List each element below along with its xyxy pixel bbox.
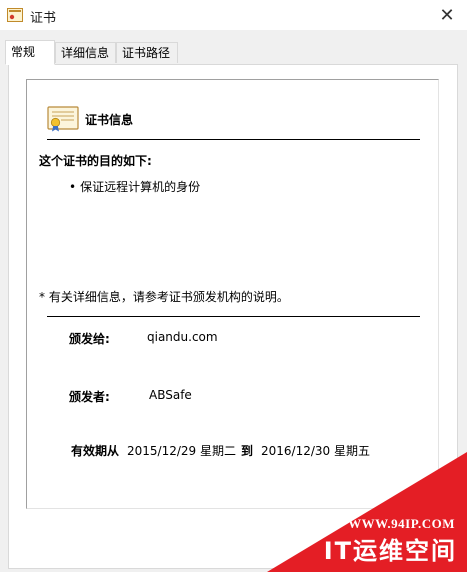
general-tab-page: 证书信息 这个证书的目的如下: 保证远程计算机的身份 * 有关详细信息，请参考证… [8, 64, 458, 569]
divider [47, 139, 420, 140]
close-button[interactable]: ✕ [427, 0, 467, 30]
window-title: 证书 [30, 11, 57, 26]
issued-by-label: 颁发者: [69, 390, 110, 404]
details-note: * 有关详细信息，请参考证书颁发机构的说明。 [39, 290, 289, 304]
validity-label: 有效期从 [71, 444, 120, 458]
issued-to-label: 颁发给: [69, 332, 110, 346]
issued-by-value: ABSafe [149, 388, 192, 402]
watermark-brand: IT运维空间 [323, 537, 457, 565]
valid-from-value: 2015/12/29 星期二 [127, 444, 236, 458]
validity-to-label: 到 [241, 444, 254, 458]
purpose-item: 保证远程计算机的身份 [69, 178, 200, 195]
tab-certification-path[interactable]: 证书路径 [116, 42, 178, 63]
certificate-icon [7, 8, 23, 22]
tab-details[interactable]: 详细信息 [55, 42, 116, 63]
divider [47, 316, 420, 317]
purpose-title: 这个证书的目的如下: [39, 154, 152, 168]
title-bar: 证书 ✕ [0, 0, 467, 30]
certificate-info-heading: 证书信息 [85, 113, 134, 127]
certificate-info-panel: 证书信息 这个证书的目的如下: 保证远程计算机的身份 * 有关详细信息，请参考证… [26, 79, 439, 509]
close-icon: ✕ [439, 4, 455, 26]
issued-to-value: qiandu.com [147, 330, 218, 344]
watermark-url: WWW.94IP.COM [348, 516, 455, 531]
certificate-icon [47, 106, 79, 132]
tab-general[interactable]: 常规 [5, 40, 55, 65]
valid-to-value: 2016/12/30 星期五 [261, 444, 370, 458]
